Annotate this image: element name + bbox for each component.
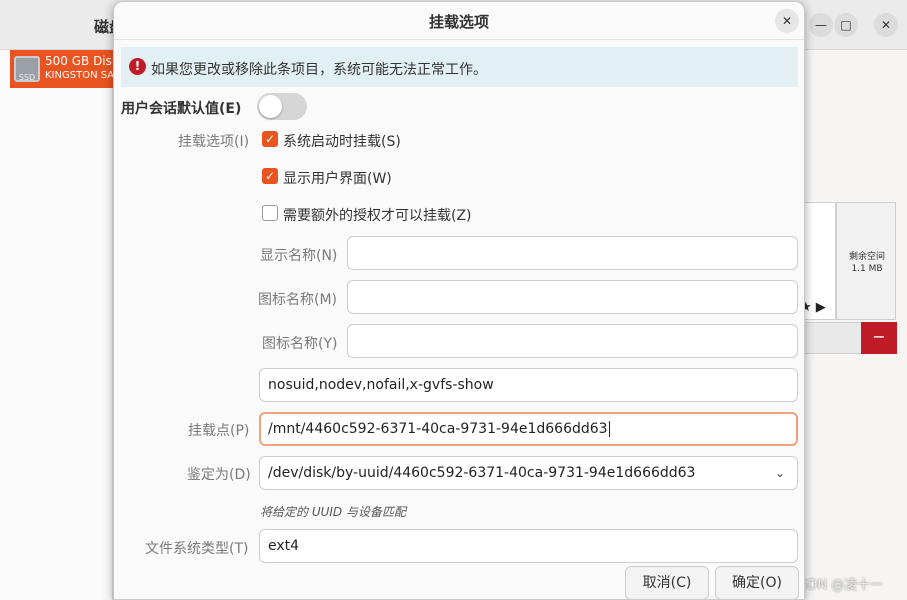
sidebar-item-disk[interactable]: SSD 500 GB Disk KINGSTON SA400S37500G <box>10 50 113 88</box>
checkbox-mount-at-startup[interactable]: ✓ <box>262 131 278 147</box>
display-name-label: 显示名称(N) <box>260 248 338 264</box>
user-session-default-switch[interactable] <box>257 93 307 120</box>
close-icon[interactable]: ✕ <box>775 9 799 33</box>
close-icon[interactable]: ✕ <box>874 13 898 37</box>
maximize-icon[interactable]: □ <box>834 13 858 37</box>
filesystem-type-input[interactable]: ext4 <box>259 529 798 563</box>
free-space-label: 剩余空间 <box>848 252 885 262</box>
text-caret <box>608 421 610 437</box>
dialog-title: 挂载选项 <box>428 13 489 31</box>
checkbox-label-mount-at-startup: 系统启动时挂载(S) <box>283 134 401 150</box>
mount-options-dialog: 挂载选项 ✕ ! 如果您更改或移除此条项目，系统可能无法正常工作。 用户会话默认… <box>113 1 805 600</box>
partition-toolbar <box>800 322 862 354</box>
identify-as-value: /dev/disk/by-uuid/4460c592-6371-40ca-973… <box>268 465 696 481</box>
identify-as-label: 鉴定为(D) <box>187 467 251 483</box>
ssd-icon: SSD <box>14 56 40 82</box>
checkbox-require-auth[interactable] <box>262 205 278 221</box>
filesystem-type-label: 文件系统类型(T) <box>145 541 249 557</box>
disks-sidebar <box>0 50 113 600</box>
cancel-button[interactable]: 取消(C) <box>625 566 709 600</box>
switch-knob <box>259 95 282 118</box>
free-space-size: 1.1 MB <box>851 264 883 274</box>
mount-point-label: 挂载点(P) <box>188 423 250 439</box>
chevron-down-icon: ⌄ <box>774 466 785 480</box>
mount-point-value: /mnt/4460c592-6371-40ca-9731-94e1d666dd6… <box>268 421 608 437</box>
mount-options-input[interactable]: nosuid,nodev,nofail,x-gvfs-show <box>259 368 798 402</box>
user-session-default-label: 用户会话默认值(E) <box>121 101 242 117</box>
warning-text: 如果您更改或移除此条项目，系统可能无法正常工作。 <box>151 62 487 78</box>
dialog-headerbar: 挂载选项 ✕ <box>114 2 804 40</box>
disk-model: KINGSTON SA400S37500G <box>45 70 113 81</box>
warning-icon: ! <box>129 58 146 75</box>
uuid-hint-text: 将给定的 UUID 与设备匹配 <box>260 505 406 519</box>
icon-name-label: 图标名称(M) <box>258 292 338 308</box>
minimize-icon[interactable]: — <box>809 13 833 37</box>
mount-options-label: 挂载选项(I) <box>178 134 250 150</box>
mount-point-input[interactable]: /mnt/4460c592-6371-40ca-9731-94e1d666dd6… <box>259 412 798 446</box>
symbolic-icon-name-input[interactable] <box>347 324 798 358</box>
warning-infobar: ! 如果您更改或移除此条项目，系统可能无法正常工作。 <box>121 47 798 87</box>
free-space-block[interactable]: 剩余空间 1.1 MB <box>836 202 896 320</box>
icon-name-input[interactable] <box>347 280 798 314</box>
checkbox-show-in-ui[interactable]: ✓ <box>262 168 278 184</box>
ok-button[interactable]: 确定(O) <box>715 566 799 600</box>
delete-partition-button[interactable]: − <box>861 322 897 354</box>
display-name-input[interactable] <box>347 236 798 270</box>
disk-name: 500 GB Disk <box>45 54 113 68</box>
checkbox-label-show-in-ui: 显示用户界面(W) <box>283 171 392 187</box>
checkbox-label-require-auth: 需要额外的授权才可以挂载(Z) <box>283 208 472 224</box>
symbolic-icon-name-label: 图标名称(Y) <box>262 336 338 352</box>
identify-as-dropdown[interactable]: /dev/disk/by-uuid/4460c592-6371-40ca-973… <box>259 456 798 490</box>
